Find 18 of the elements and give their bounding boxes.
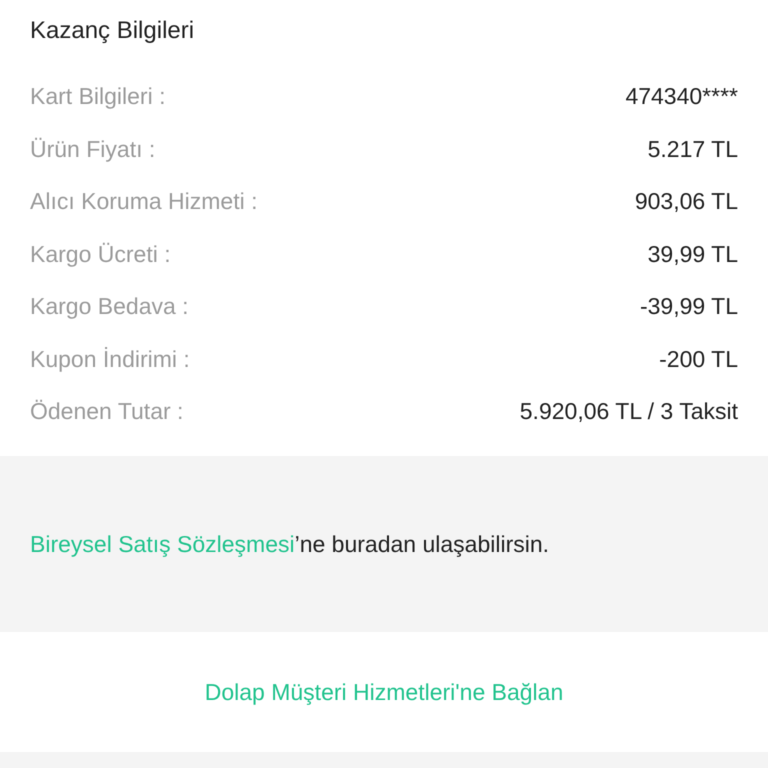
field-value: 5.920,06 TL / 3 Taksit bbox=[520, 397, 738, 426]
field-label: Kart Bilgileri : bbox=[30, 82, 166, 111]
section-title: Kazanç Bilgileri bbox=[30, 16, 196, 46]
field-value: 903,06 TL bbox=[634, 187, 738, 216]
contract-link[interactable]: Bireysel Satış Sözleşmesi bbox=[30, 530, 295, 557]
field-value: 39,99 TL bbox=[648, 240, 738, 268]
field-label: Ürün Fiyatı : bbox=[30, 134, 156, 164]
field-value: -39,99 TL bbox=[640, 292, 738, 321]
field-value: 474340**** bbox=[625, 82, 738, 111]
field-value: 5.217 TL bbox=[648, 134, 738, 164]
field-label: Ödenen Tutar : bbox=[30, 397, 184, 426]
support-link[interactable]: Dolap Müşteri Hizmetleri'ne Bağlan bbox=[198, 674, 570, 710]
contract-sentence: Bireysel Satış Sözleşmesi’ne buradan ulaşabilirsin. bbox=[30, 530, 550, 559]
field-label: Kupon İndirimi : bbox=[30, 344, 190, 374]
field-value: -200 TL bbox=[659, 344, 738, 374]
field-label: Kargo Ücreti : bbox=[30, 240, 171, 269]
field-label: Alıcı Koruma Hizmeti : bbox=[30, 187, 258, 216]
field-label: Kargo Bedava : bbox=[30, 292, 189, 321]
